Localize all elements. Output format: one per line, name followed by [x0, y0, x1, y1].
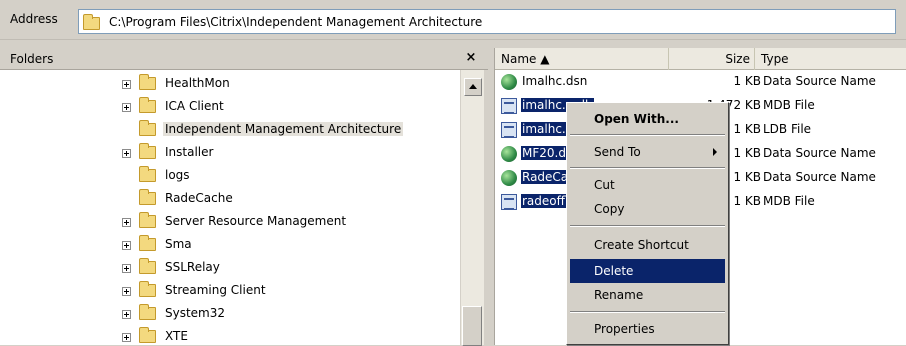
folders-pane-title: Folders [10, 52, 54, 66]
file-size: 1 KB [733, 122, 761, 136]
expand-plus-icon[interactable] [122, 103, 131, 112]
tree-item-label: Independent Management Architecture [163, 122, 404, 136]
file-type: MDB File [763, 194, 815, 208]
file-size: 1 KB [733, 146, 761, 160]
dsn-icon [501, 170, 517, 186]
menu-item-copy[interactable]: Copy [570, 197, 725, 221]
column-header-name[interactable]: Name ▲ [495, 48, 669, 70]
tree-item[interactable]: Streaming Client [122, 281, 460, 303]
tree-item[interactable]: System32 [122, 304, 460, 326]
tree-item-label: HealthMon [165, 76, 230, 90]
address-bar: Address C:\Program Files\Citrix\Independ… [0, 0, 906, 40]
tree-item-label: Server Resource Management [165, 214, 347, 228]
file-type: Data Source Name [763, 146, 876, 160]
expand-plus-icon[interactable] [122, 333, 131, 342]
folder-icon [139, 189, 156, 205]
tree-item[interactable]: Server Resource Management [122, 212, 460, 234]
tree-item-label: XTE [165, 329, 188, 343]
folder-icon [139, 166, 156, 182]
expand-plus-icon[interactable] [122, 80, 131, 89]
mdb-icon [501, 194, 517, 210]
tree-item-label: RadeCache [165, 191, 233, 205]
tree-item[interactable]: RadeCache [122, 189, 460, 211]
folder-icon [139, 235, 156, 251]
folder-icon [139, 74, 156, 90]
file-name: Imalhc.dsn [522, 74, 588, 88]
table-row[interactable]: Imalhc.dsn 1 KB Data Source Name [495, 71, 906, 93]
folders-pane-header: Folders × [0, 48, 488, 70]
tree-item[interactable]: SSLRelay [122, 258, 460, 280]
address-path: C:\Program Files\Citrix\Independent Mana… [109, 15, 483, 29]
file-size: 1 KB [733, 170, 761, 184]
expand-plus-icon[interactable] [122, 241, 131, 250]
file-size: 1 KB [733, 194, 761, 208]
tree-item[interactable]: Independent Management Architecture [122, 120, 460, 142]
tree-item[interactable]: logs [122, 166, 460, 188]
tree-item[interactable]: HealthMon [122, 74, 460, 96]
dsn-icon [501, 146, 517, 162]
folder-icon [139, 258, 156, 274]
close-icon[interactable]: × [462, 49, 480, 67]
folder-icon [139, 281, 156, 297]
folder-icon [139, 327, 156, 343]
folder-icon [139, 120, 156, 136]
context-menu: Open With... Send To Cut Copy Create Sho… [566, 102, 729, 345]
tree-item-label: logs [165, 168, 190, 182]
address-label: Address [10, 12, 58, 26]
folder-tree: HealthMon ICA Client Independent Managemen… [0, 70, 460, 345]
submenu-arrow-icon [713, 148, 717, 156]
tree-item[interactable]: Sma [122, 235, 460, 257]
tree-item-label: SSLRelay [165, 260, 220, 274]
tree-item-label: Installer [165, 145, 214, 159]
menu-item-properties[interactable]: Properties [570, 317, 725, 341]
menu-item-delete[interactable]: Delete [570, 259, 725, 283]
menu-item-send-to[interactable]: Send To [570, 140, 725, 164]
tree-item-label: System32 [165, 306, 226, 320]
mdb-icon [501, 98, 517, 114]
expand-plus-icon[interactable] [122, 218, 131, 227]
menu-separator [570, 134, 725, 136]
file-type: Data Source Name [763, 170, 876, 184]
expand-plus-icon[interactable] [122, 149, 131, 158]
folder-icon [139, 304, 156, 320]
file-type: Data Source Name [763, 74, 876, 88]
tree-item[interactable]: Installer [122, 143, 460, 165]
folder-icon [139, 143, 156, 159]
expand-plus-icon[interactable] [122, 287, 131, 296]
column-header-type[interactable]: Type [755, 48, 906, 70]
folder-icon [139, 212, 156, 228]
menu-item-create-shortcut[interactable]: Create Shortcut [570, 233, 725, 257]
scroll-thumb[interactable] [462, 306, 482, 346]
menu-separator [570, 167, 725, 169]
tree-item[interactable]: XTE [122, 327, 460, 345]
menu-item-rename[interactable]: Rename [570, 283, 725, 307]
expand-plus-icon[interactable] [122, 264, 131, 273]
column-header-size[interactable]: Size [669, 48, 755, 70]
menu-item-open-with[interactable]: Open With... [570, 107, 725, 131]
address-input[interactable]: C:\Program Files\Citrix\Independent Mana… [78, 9, 896, 34]
menu-item-send-to-label: Send To [594, 145, 641, 159]
file-type: LDB File [763, 122, 812, 136]
tree-item-label: ICA Client [165, 99, 224, 113]
tree-item-label: Streaming Client [165, 283, 266, 297]
menu-item-cut[interactable]: Cut [570, 173, 725, 197]
scroll-up-button[interactable] [464, 78, 482, 96]
tree-item-label: Sma [165, 237, 192, 251]
menu-separator [570, 225, 725, 227]
expand-plus-icon[interactable] [122, 310, 131, 319]
dsn-icon [501, 74, 517, 90]
file-size: 1 KB [733, 74, 761, 88]
file-list-header: Name ▲ Size Type [495, 48, 906, 70]
file-type: MDB File [763, 98, 815, 112]
mdb-icon [501, 122, 517, 138]
folder-tree-scrollbar[interactable] [460, 70, 484, 346]
tree-item[interactable]: ICA Client [122, 97, 460, 119]
folder-icon [139, 97, 156, 113]
menu-separator [570, 311, 725, 313]
